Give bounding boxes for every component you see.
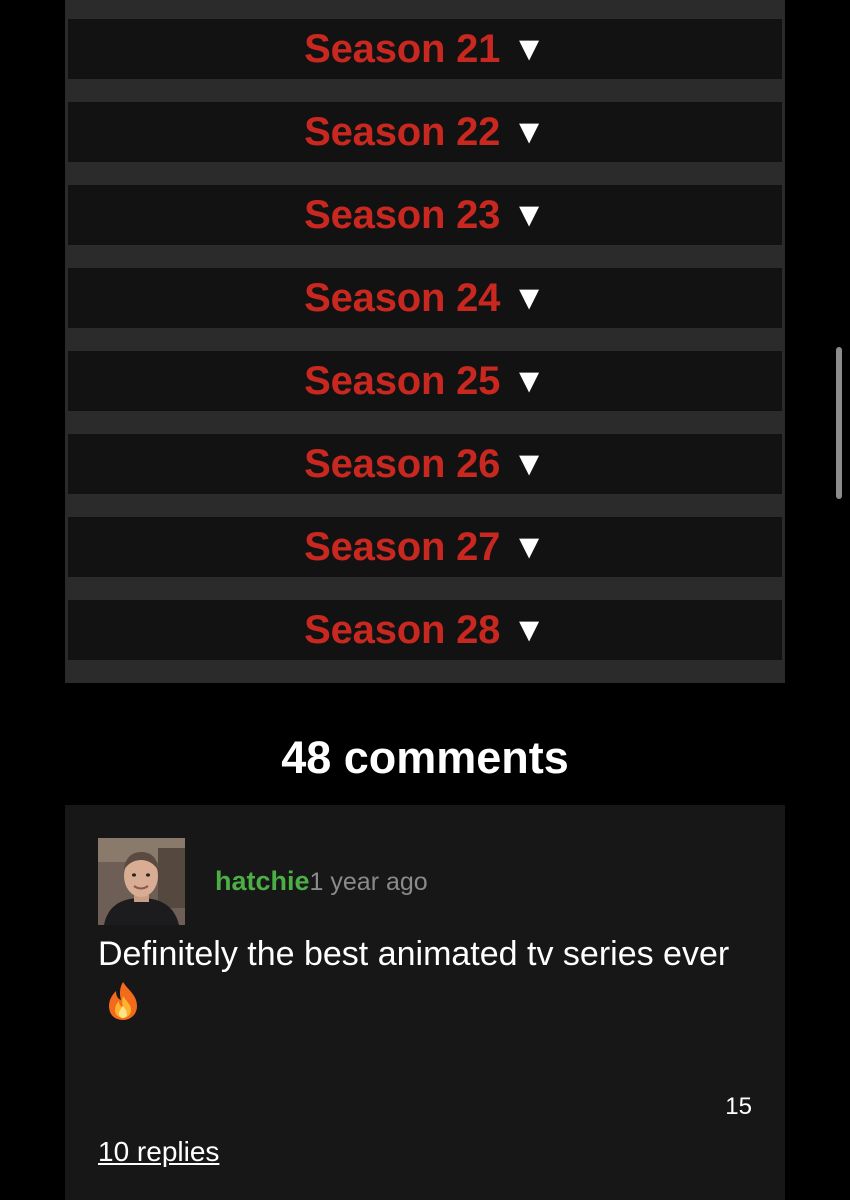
season-row-27[interactable]: Season 27 ▼	[68, 517, 782, 577]
comment-text: Definitely the best animated tv series e…	[98, 935, 730, 973]
comment-username[interactable]: hatchie	[215, 866, 310, 896]
season-label: Season 25	[304, 359, 501, 403]
comment-timestamp: 1 year ago	[309, 868, 428, 896]
down-triangle-icon: ▼	[512, 196, 546, 234]
season-label: Season 28	[304, 608, 501, 652]
user-avatar[interactable]	[98, 838, 185, 925]
season-row-25[interactable]: Season 25 ▼	[68, 351, 782, 411]
season-row-24[interactable]: Season 24 ▼	[68, 268, 782, 328]
like-count: 15	[725, 1093, 752, 1120]
down-triangle-icon: ▼	[512, 30, 546, 68]
season-label: Season 22	[304, 110, 501, 154]
season-row-22[interactable]: Season 22 ▼	[68, 102, 782, 162]
season-list: Season 21 ▼ Season 22 ▼ Season 23 ▼ Seas…	[65, 0, 785, 683]
scrollbar-thumb[interactable]	[836, 347, 842, 499]
comment-meta: hatchie1 year ago	[215, 863, 428, 899]
season-row-26[interactable]: Season 26 ▼	[68, 434, 782, 494]
down-triangle-icon: ▼	[512, 445, 546, 483]
season-row-21[interactable]: Season 21 ▼	[68, 19, 782, 79]
season-label: Season 24	[304, 276, 501, 320]
season-label: Season 26	[304, 442, 501, 486]
down-triangle-icon: ▼	[512, 279, 546, 317]
down-triangle-icon: ▼	[512, 362, 546, 400]
down-triangle-icon: ▼	[512, 113, 546, 151]
replies-link[interactable]: 10 replies	[98, 1135, 219, 1169]
down-triangle-icon: ▼	[512, 611, 546, 649]
down-triangle-icon: ▼	[512, 528, 546, 566]
season-label: Season 23	[304, 193, 501, 237]
comment-body: Definitely the best animated tv series e…	[98, 929, 738, 1035]
comments-count-heading: 48 comments	[281, 732, 569, 783]
fire-icon	[106, 981, 140, 1035]
avatar-photo	[98, 838, 185, 925]
season-label: Season 27	[304, 525, 501, 569]
comment-card: hatchie1 year ago Definitely the best an…	[65, 805, 785, 1200]
season-row-28[interactable]: Season 28 ▼	[68, 600, 782, 660]
season-label: Season 21	[304, 27, 501, 71]
season-row-23[interactable]: Season 23 ▼	[68, 185, 782, 245]
